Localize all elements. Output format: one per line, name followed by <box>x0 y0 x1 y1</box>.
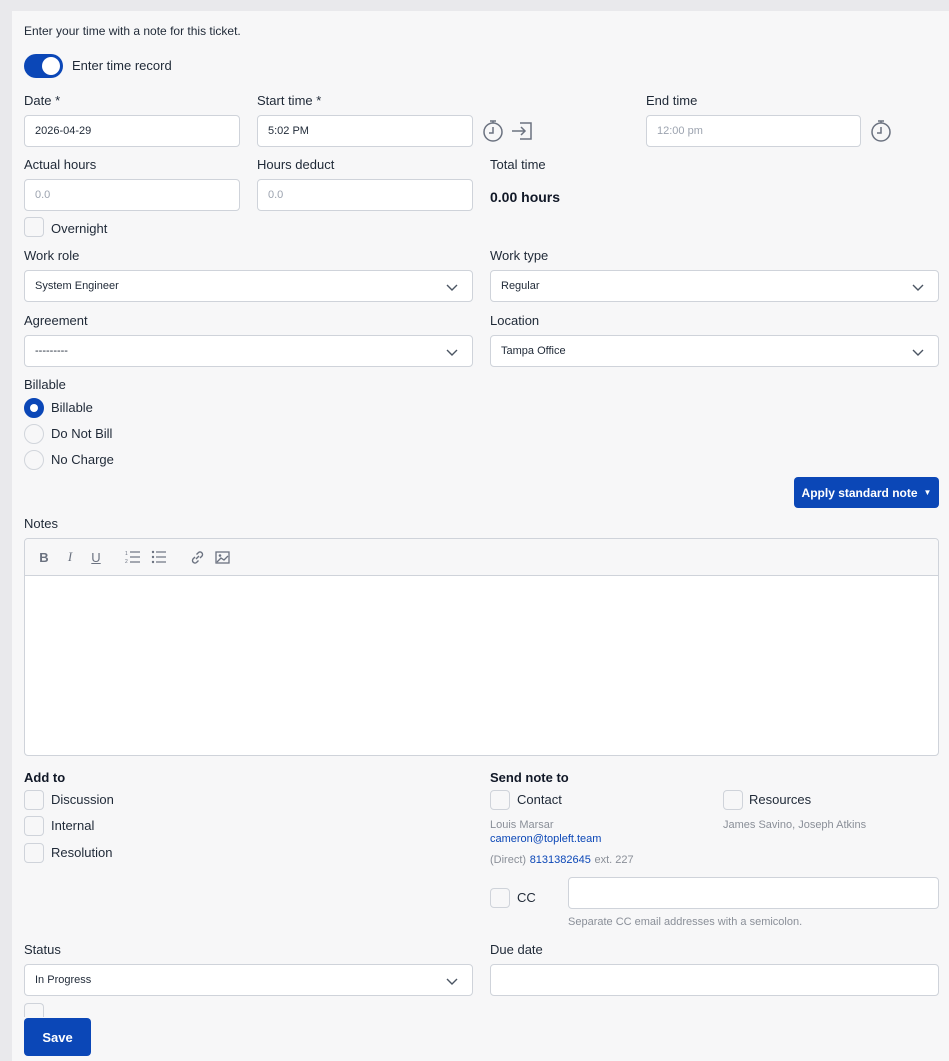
status-value: In Progress <box>35 974 92 986</box>
underline-icon[interactable]: U <box>89 549 103 565</box>
internal-checkbox[interactable] <box>24 816 44 836</box>
status-select[interactable]: In Progress <box>24 964 473 996</box>
agreement-select[interactable]: --------- <box>24 335 473 367</box>
contact-label: Contact <box>517 792 562 807</box>
time-record-toggle[interactable] <box>24 54 63 78</box>
resources-label: Resources <box>749 792 812 807</box>
billable-label: Billable <box>24 377 66 392</box>
billable-radio[interactable] <box>24 398 44 418</box>
chevron-down-icon <box>446 349 458 356</box>
cc-checkbox[interactable] <box>490 888 510 908</box>
notes-label: Notes <box>24 516 58 531</box>
no-charge-radio[interactable] <box>24 450 44 470</box>
chevron-down-icon <box>446 284 458 291</box>
svg-text:1: 1 <box>125 551 128 557</box>
agreement-value: --------- <box>35 345 68 357</box>
date-label: Date * <box>24 93 61 108</box>
do-not-bill-label: Do Not Bill <box>51 426 113 441</box>
actual-hours-label: Actual hours <box>24 157 97 172</box>
link-icon[interactable] <box>190 550 205 565</box>
sign-in-icon[interactable] <box>510 121 534 141</box>
location-select[interactable]: Tampa Office <box>490 335 939 367</box>
phone-prefix: (Direct) <box>490 854 527 866</box>
contact-phone-link[interactable]: 8131382645 <box>530 854 591 866</box>
overnight-label: Overnight <box>51 221 108 236</box>
apply-standard-note-label: Apply standard note <box>801 485 918 500</box>
no-charge-label: No Charge <box>51 452 114 467</box>
chevron-down-icon <box>446 978 458 985</box>
hours-deduct-input[interactable]: 0.0 <box>257 179 473 211</box>
hours-deduct-label: Hours deduct <box>257 157 335 172</box>
svg-text:2: 2 <box>125 559 128 564</box>
resources-checkbox[interactable] <box>723 790 743 810</box>
due-date-input[interactable] <box>490 964 939 996</box>
end-time-label: End time <box>646 93 698 108</box>
bold-icon[interactable]: B <box>37 549 51 565</box>
intro-text: Enter your time with a note for this tic… <box>24 24 241 38</box>
hidden-checkbox[interactable] <box>24 1003 44 1017</box>
time-entry-panel: Enter your time with a note for this tic… <box>12 11 949 1061</box>
resolution-label: Resolution <box>51 845 113 860</box>
discussion-checkbox[interactable] <box>24 790 44 810</box>
work-role-label: Work role <box>24 248 80 263</box>
cc-label: CC <box>517 890 536 905</box>
italic-icon[interactable]: I <box>63 549 77 565</box>
location-value: Tampa Office <box>501 345 566 357</box>
image-icon[interactable] <box>215 551 230 564</box>
work-role-select[interactable]: System Engineer <box>24 270 473 302</box>
internal-label: Internal <box>51 818 95 833</box>
do-not-bill-radio[interactable] <box>24 424 44 444</box>
add-to-label: Add to <box>24 770 66 785</box>
stopwatch-icon[interactable] <box>482 119 504 143</box>
apply-standard-note-button[interactable]: Apply standard note ▼ <box>794 477 939 508</box>
work-type-value: Regular <box>501 280 540 292</box>
overnight-checkbox[interactable] <box>24 217 44 237</box>
work-role-value: System Engineer <box>35 280 119 292</box>
contact-phone-row: (Direct) 8131382645 ext. 227 <box>490 851 634 866</box>
ordered-list-icon[interactable]: 1 2 <box>125 550 141 564</box>
chevron-down-icon <box>912 284 924 291</box>
chevron-down-icon <box>912 349 924 356</box>
total-time-value: 0.00 hours <box>490 189 561 205</box>
editor-toolbar: B I U 1 2 <box>25 539 938 576</box>
location-label: Location <box>490 313 540 328</box>
contact-name: Louis Marsar <box>490 819 554 831</box>
contact-email-link[interactable]: cameron@topleft.team <box>490 833 601 845</box>
end-time-input[interactable]: 12:00 pm <box>646 115 861 147</box>
phone-ext: ext. 227 <box>594 854 634 866</box>
stopwatch-icon[interactable] <box>870 119 892 143</box>
caret-down-icon: ▼ <box>923 488 932 497</box>
cc-help-text: Separate CC email addresses with a semic… <box>568 916 803 928</box>
due-date-label: Due date <box>490 942 543 957</box>
notes-editor[interactable]: B I U 1 2 <box>24 538 939 756</box>
contact-checkbox[interactable] <box>490 790 510 810</box>
toggle-knob <box>42 57 60 75</box>
bullet-list-icon[interactable] <box>151 550 167 564</box>
date-input[interactable]: 2026-04-29 <box>24 115 240 147</box>
cc-input[interactable] <box>568 877 939 909</box>
resolution-checkbox[interactable] <box>24 843 44 863</box>
total-time-label: Total time <box>490 157 546 172</box>
start-time-input[interactable]: 5:02 PM <box>257 115 473 147</box>
work-type-label: Work type <box>490 248 549 263</box>
save-button[interactable]: Save <box>24 1018 91 1056</box>
work-type-select[interactable]: Regular <box>490 270 939 302</box>
status-label: Status <box>24 942 61 957</box>
actual-hours-input[interactable]: 0.0 <box>24 179 240 211</box>
start-time-label: Start time * <box>257 93 322 108</box>
resources-names: James Savino, Joseph Atkins <box>723 819 867 831</box>
agreement-label: Agreement <box>24 313 88 328</box>
billable-option-label: Billable <box>51 400 93 415</box>
send-note-to-label: Send note to <box>490 770 569 785</box>
toggle-label: Enter time record <box>72 58 172 73</box>
discussion-label: Discussion <box>51 792 114 807</box>
